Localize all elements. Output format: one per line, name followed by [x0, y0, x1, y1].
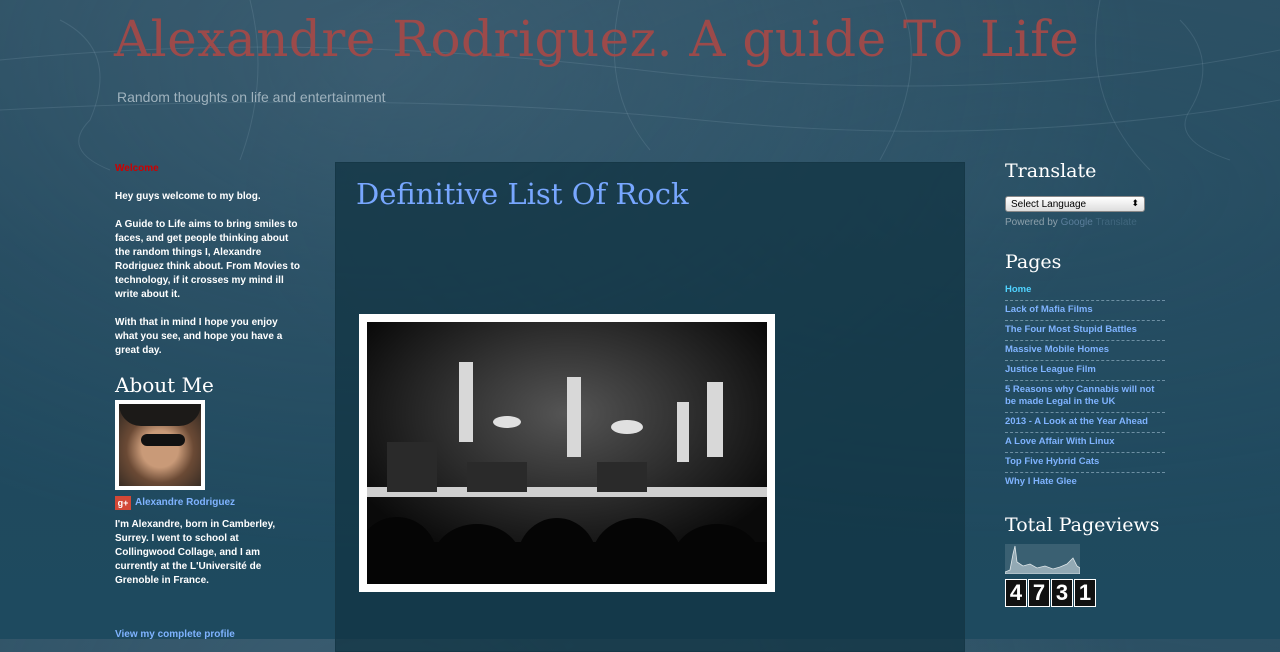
profile-bio: I'm Alexandre, born in Camberley, Surrey… [115, 519, 276, 586]
pages-heading: Pages [1005, 251, 1062, 273]
avatar [119, 404, 201, 486]
page-link[interactable]: Justice League Film [1005, 364, 1096, 375]
page-item[interactable]: Justice League Film [1005, 361, 1165, 381]
page-item[interactable]: Why I Hate Glee [1005, 473, 1165, 492]
page-link[interactable]: Top Five Hybrid Cats [1005, 456, 1099, 467]
page-item[interactable]: The Four Most Stupid Battles [1005, 321, 1165, 341]
counter-digit: 3 [1051, 579, 1073, 607]
view-profile-link[interactable]: View my complete profile [115, 628, 300, 642]
right-sidebar: Translate Select Language ⬍ Powered by G… [1004, 160, 1165, 607]
powered-by-label: Powered by [1005, 217, 1058, 228]
pages-list: Home Lack of Mafia Films The Four Most S… [1005, 281, 1165, 492]
translate-link[interactable]: Translate [1095, 217, 1136, 228]
profile-name-link[interactable]: Alexandre Rodriguez [135, 496, 235, 510]
page-link[interactable]: Lack of Mafia Films [1005, 304, 1093, 315]
language-select[interactable]: Select Language ⬍ [1005, 196, 1145, 212]
language-select-label: Select Language [1011, 199, 1087, 210]
page-link[interactable]: Why I Hate Glee [1005, 476, 1077, 487]
page-item[interactable]: 5 Reasons why Cannabis will not be made … [1005, 381, 1165, 413]
page-link[interactable]: The Four Most Stupid Battles [1005, 324, 1137, 335]
page-link[interactable]: Home [1005, 284, 1031, 295]
counter-digit: 1 [1074, 579, 1096, 607]
select-arrow-icon: ⬍ [1131, 198, 1139, 208]
page-item[interactable]: A Love Affair With Linux [1005, 433, 1165, 453]
welcome-heading: Welcome [115, 163, 159, 174]
blog-description: Random thoughts on life and entertainmen… [117, 89, 386, 105]
page-item[interactable]: Top Five Hybrid Cats [1005, 453, 1165, 473]
page-item-home[interactable]: Home [1005, 281, 1165, 301]
pageview-counter: 4 7 3 1 [1005, 579, 1165, 607]
pageviews-sparkline [1004, 544, 1081, 575]
translate-heading: Translate [1005, 160, 1097, 182]
counter-digit: 7 [1028, 579, 1050, 607]
page-link[interactable]: Massive Mobile Homes [1005, 344, 1109, 355]
google-logo[interactable]: Google [1061, 217, 1093, 228]
powered-by-google: Powered by Google Translate [1005, 217, 1165, 228]
about-me-heading: About Me [115, 373, 214, 397]
page-link[interactable]: A Love Affair With Linux [1005, 436, 1115, 447]
welcome-text: Hey guys welcome to my blog. [115, 191, 261, 202]
concert-photo [367, 322, 767, 584]
page-link[interactable]: 5 Reasons why Cannabis will not be made … [1005, 384, 1154, 407]
post-title[interactable]: Definitive List Of Rock [356, 177, 689, 211]
pageviews-heading: Total Pageviews [1005, 514, 1160, 536]
page-item[interactable]: Massive Mobile Homes [1005, 341, 1165, 361]
profile-photo[interactable] [115, 400, 205, 490]
page-link[interactable]: 2013 - A Look at the Year Ahead [1005, 416, 1148, 427]
welcome-text: A Guide to Life aims to bring smiles to … [115, 219, 300, 300]
main-post: Definitive List Of Rock [335, 162, 965, 652]
google-plus-icon[interactable]: g+ [115, 496, 131, 510]
page-item[interactable]: Lack of Mafia Films [1005, 301, 1165, 321]
post-image[interactable] [359, 314, 775, 592]
counter-digit: 4 [1005, 579, 1027, 607]
page-item[interactable]: 2013 - A Look at the Year Ahead [1005, 413, 1165, 433]
blog-title[interactable]: Alexandre Rodriguez. A guide To Life [114, 10, 1079, 68]
welcome-text: With that in mind I hope you enjoy what … [115, 317, 283, 356]
left-sidebar: Welcome Hey guys welcome to my blog. A G… [115, 162, 300, 642]
